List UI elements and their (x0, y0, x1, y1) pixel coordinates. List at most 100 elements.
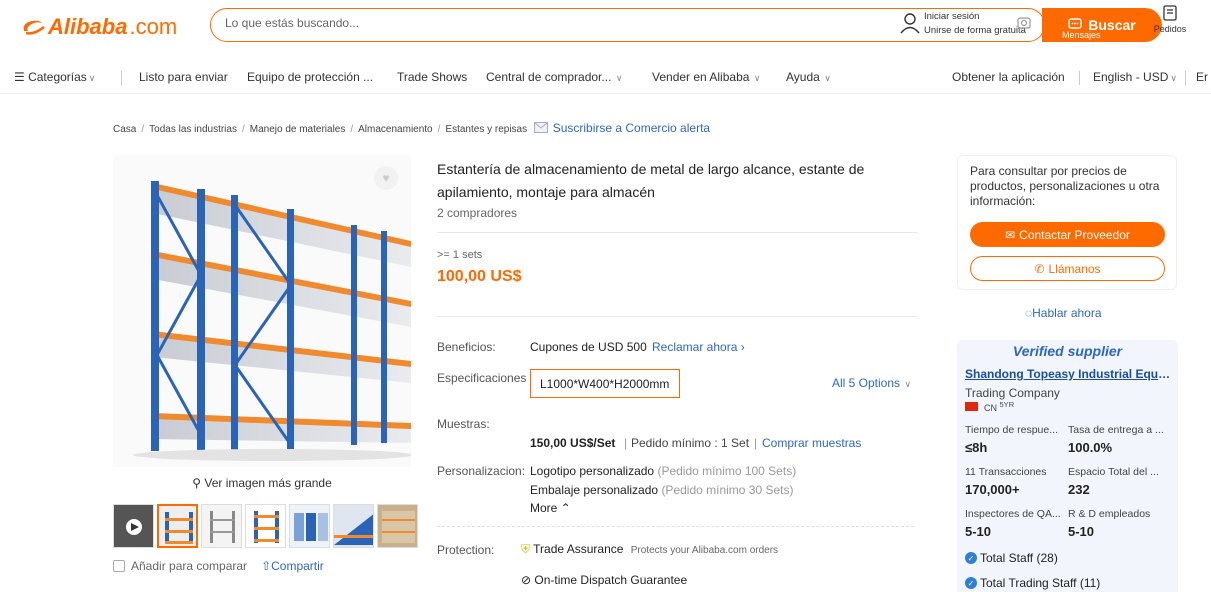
thumbnail-image[interactable] (201, 504, 242, 548)
custom-packaging-min: (Pedido mínimo 30 Sets) (661, 483, 794, 497)
trade-assurance-desc: Protects your Alibaba.com orders (630, 545, 779, 556)
compare-label[interactable]: Añadir para comparar (131, 559, 247, 573)
verified-supplier-badge: Verified supplier (957, 343, 1178, 359)
benefits-value: Cupones de USD 500 (530, 340, 647, 354)
chat-now-link[interactable]: ◌Hablar ahora (1025, 306, 1102, 320)
nav-sell[interactable]: Vender en Alibaba ∨ (652, 70, 761, 84)
samples-label: Muestras: (437, 417, 490, 431)
nav-help[interactable]: Ayuda ∨ (786, 70, 831, 84)
alibaba-logo[interactable]: Alibaba .com (20, 14, 177, 40)
metric-value: ≤8h (965, 440, 988, 455)
divider (437, 232, 917, 233)
metric-value: 232 (1068, 482, 1090, 497)
orders-icon (1163, 5, 1177, 21)
thumbnail-image[interactable] (377, 504, 418, 548)
supplier-country: CN 5YR (984, 400, 1014, 413)
supplier-name-link[interactable]: Shandong Topeasy Industrial Equip... (965, 367, 1171, 381)
nav-categories-label: Categorías (28, 70, 87, 84)
nav-buyer-central-label: Central de comprador... (486, 70, 612, 84)
nav-ready-to-ship[interactable]: Listo para enviar (139, 70, 228, 84)
metric-value: 170,000+ (965, 482, 1020, 497)
thumbnail-image[interactable] (289, 504, 330, 548)
thumbnail-image[interactable] (333, 504, 374, 548)
breadcrumb-item[interactable]: Casa (113, 124, 136, 135)
breadcrumb-separator: / (350, 124, 354, 135)
total-staff-label: Total Staff (28) (980, 551, 1058, 565)
metric-value: 5-10 (1068, 524, 1095, 539)
nav-get-app[interactable]: Obtener la aplicación (952, 70, 1065, 84)
nav-buyer-central[interactable]: Central de comprador... ∨ (486, 70, 623, 84)
breadcrumb-item[interactable]: Estantes y repisas (445, 124, 527, 135)
compare-row: Añadir para comparar ⇧Compartir (113, 559, 324, 573)
metric-label: Inspectores de QA... (965, 508, 1061, 520)
call-us-button[interactable]: ✆ Llámanos (970, 256, 1165, 281)
main-product-image[interactable] (113, 155, 413, 467)
total-staff: ✓ Total Staff (28) (965, 551, 1058, 565)
camera-icon[interactable] (1016, 14, 1032, 30)
metric-label: Espacio Total del ... (1068, 466, 1159, 478)
spec-option[interactable]: L1000*W400*H2000mm (530, 369, 680, 398)
chevron-down-icon: ∨ (88, 73, 96, 83)
all-options-label: All 5 Options (832, 376, 901, 390)
verified-check-icon: ✓ (965, 552, 977, 564)
trade-assurance-label: Trade Assurance (533, 542, 624, 556)
compare-checkbox[interactable] (113, 560, 125, 572)
menu-icon: ☰ (14, 70, 29, 84)
play-icon (126, 519, 142, 535)
messages-label[interactable]: Mensajes (1062, 30, 1101, 40)
verified-check-icon: ✓ (965, 577, 977, 589)
phone-icon: ✆ (1034, 261, 1045, 276)
thumbnail-image[interactable] (157, 504, 198, 548)
min-order-quantity: >= 1 sets (437, 249, 483, 261)
nav-more[interactable]: Er (1196, 70, 1208, 84)
breadcrumb: Casa / Todas las industrias / Manejo de mate… (113, 121, 710, 135)
metric-label: Tasa de entrega a ... (1068, 424, 1164, 436)
nav-trade-shows[interactable]: Trade Shows (397, 70, 467, 84)
thumbnail-image[interactable] (245, 504, 286, 548)
orders-label: Pedidos (1153, 24, 1187, 34)
rack-thumbnail (210, 511, 235, 543)
buy-samples-link[interactable]: Comprar muestras (762, 436, 861, 450)
dispatch-guarantee[interactable]: ⊘ On-time Dispatch Guarantee (521, 573, 687, 587)
search-button[interactable]: Buscar (1042, 8, 1162, 42)
trade-assurance[interactable]: ⛨ Trade Assurance Protects your Alibaba.… (521, 542, 778, 557)
rack-thumbnail (165, 512, 193, 544)
metric-label: 11 Transacciones (965, 466, 1047, 478)
buyers-count: 2 compradores (437, 206, 518, 220)
chevron-down-icon: ∨ (902, 379, 912, 389)
subscribe-alert-link[interactable]: Suscribirse a Comercio alerta (553, 121, 710, 135)
nav-help-label: Ayuda (786, 70, 820, 84)
chevron-down-icon: ∨ (751, 73, 761, 83)
custom-packaging: Embalaje personalizado (Pedido mínimo 30… (530, 483, 794, 497)
contact-supplier-label: Contactar Proveedor (1019, 227, 1130, 242)
breadcrumb-item[interactable]: Todas las industrias (149, 124, 237, 135)
mail-icon: ✉ (1005, 227, 1016, 242)
nav-categories[interactable]: ☰ Categorías ∨ (14, 70, 95, 84)
more-toggle[interactable]: More ⌃ (530, 501, 571, 515)
protection-label: Protection: (437, 543, 495, 557)
top-header: Alibaba.com Iniciar sesión Unirse de for… (0, 0, 1211, 52)
nav-language[interactable]: English - USD ∨ (1093, 70, 1177, 84)
rack-thumbnail (334, 514, 373, 545)
person-icon (900, 13, 920, 34)
contact-supplier-button[interactable]: ✉ Contactar Proveedor (970, 222, 1165, 247)
rack-thumbnail (294, 513, 328, 541)
view-larger-image[interactable]: ⚲ Ver imagen más grande (113, 476, 411, 490)
breadcrumb-item[interactable]: Manejo de materiales (250, 124, 346, 135)
nav-protective-equipment[interactable]: Equipo de protección ... (247, 70, 373, 84)
sample-price: 150,00 US$/Set (530, 436, 616, 450)
orders-link[interactable]: Pedidos (1150, 4, 1190, 34)
share-link[interactable]: ⇧Compartir (261, 559, 324, 573)
claim-now-label: Reclamar ahora (652, 340, 738, 354)
breadcrumb-item[interactable]: Almacenamiento (358, 124, 432, 135)
thumbnail-strip (113, 504, 418, 548)
thumbnail-video[interactable] (113, 504, 154, 548)
favorite-heart-icon[interactable]: ♥ (374, 166, 398, 190)
logo-suffix: .com (129, 14, 178, 39)
claim-now-link[interactable]: Reclamar ahora › (652, 340, 745, 354)
view-larger-label: Ver imagen más grande (204, 476, 332, 490)
all-options-link[interactable]: All 5 Options ∨ (832, 376, 911, 390)
divider (1079, 71, 1080, 85)
search-input[interactable] (225, 16, 825, 30)
specs-label: Especificaciones (437, 371, 527, 385)
